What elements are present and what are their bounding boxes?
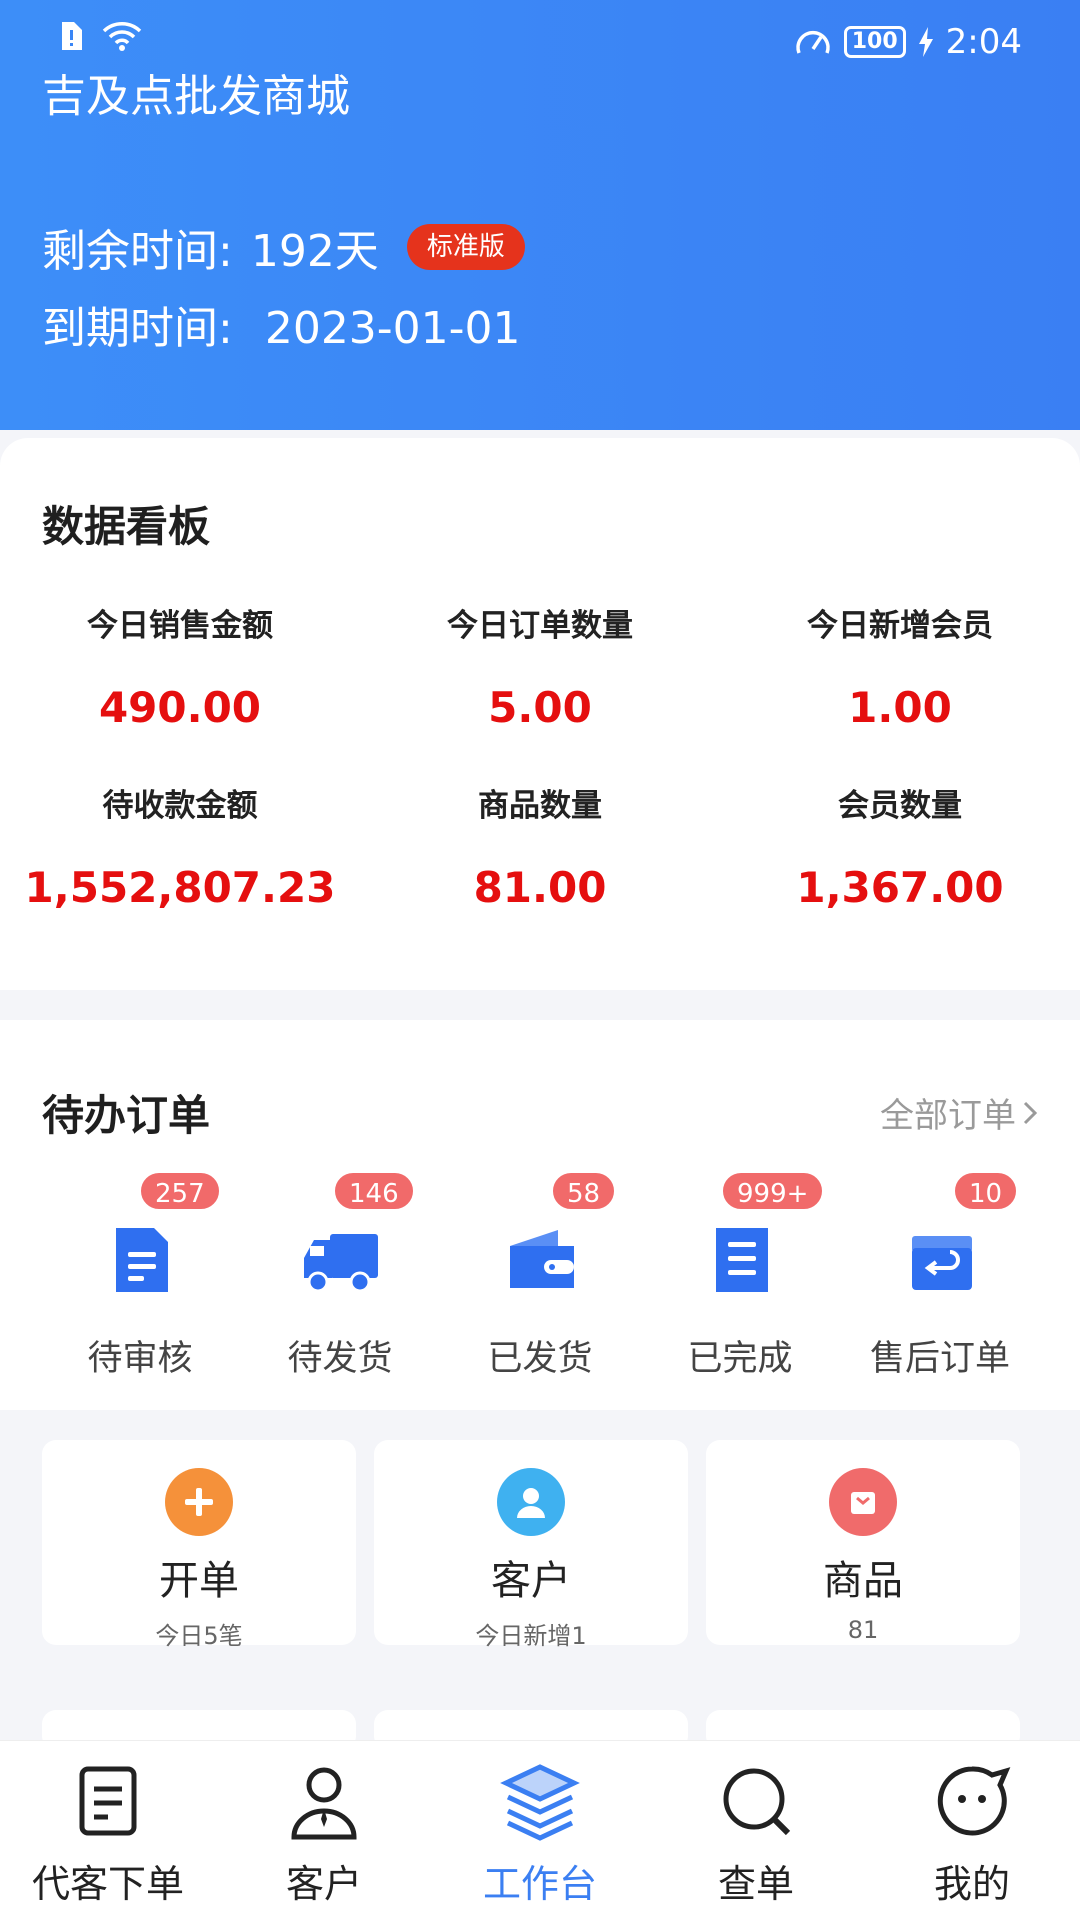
stat-value: 5.00 bbox=[488, 683, 592, 732]
remaining-time-row: 剩余时间: 192天 标准版 bbox=[42, 215, 525, 279]
shortcut-name: 客户 bbox=[491, 1558, 571, 1604]
all-orders-label: 全部订单 bbox=[880, 1096, 1016, 1136]
chevron-right-icon bbox=[1023, 1101, 1038, 1124]
chat-face-icon bbox=[937, 1766, 1011, 1836]
layers-icon bbox=[500, 1764, 580, 1841]
stat-value: 1,552,807.23 bbox=[24, 863, 336, 912]
stat-member-count[interactable]: 会员数量 1,367.00 bbox=[720, 780, 1080, 912]
stat-value: 1,367.00 bbox=[796, 863, 1004, 912]
stat-product-count[interactable]: 商品数量 81.00 bbox=[360, 780, 720, 912]
shortcut-sub: 今日新增1 bbox=[475, 1622, 587, 1650]
order-status-label: 待审核 bbox=[87, 1339, 193, 1379]
order-status-shipped[interactable]: 58 已发货 bbox=[440, 1170, 640, 1380]
tab-workbench[interactable]: 工作台 bbox=[432, 1741, 648, 1920]
stat-label: 会员数量 bbox=[838, 788, 962, 824]
stat-label: 今日销售金额 bbox=[87, 608, 273, 644]
stat-label: 今日订单数量 bbox=[447, 608, 633, 644]
edition-badge: 标准版 bbox=[406, 224, 525, 270]
customer-icon bbox=[291, 1767, 357, 1840]
shortcut-sub: 81 bbox=[847, 1616, 879, 1644]
pending-orders: 待办订单 全部订单 257 待审核 146 待发货 58 已发货 999+ 已完… bbox=[0, 1020, 1080, 1410]
expire-time-label: 到期时间: bbox=[42, 303, 233, 354]
truck-icon bbox=[304, 1234, 378, 1293]
order-status-after-sales[interactable]: 10 售后订单 bbox=[840, 1170, 1040, 1380]
order-doc-icon bbox=[79, 1766, 137, 1836]
stat-value: 1.00 bbox=[848, 683, 952, 732]
speed-gauge-icon bbox=[795, 30, 830, 54]
remaining-time-label: 剩余时间: bbox=[42, 226, 233, 277]
shortcut-new-order[interactable]: 开单 今日5笔 bbox=[42, 1440, 356, 1650]
clock: 2:04 bbox=[945, 22, 1022, 62]
pending-orders-title: 待办订单 bbox=[42, 1091, 211, 1140]
data-board: 数据看板 今日销售金额 490.00 今日订单数量 5.00 今日新增会员 1.… bbox=[0, 438, 1080, 990]
shortcut-name: 开单 bbox=[159, 1558, 239, 1604]
stat-value: 490.00 bbox=[98, 683, 262, 732]
stat-receivable[interactable]: 待收款金额 1,552,807.23 bbox=[0, 780, 360, 912]
wifi-icon bbox=[102, 22, 142, 51]
battery-indicator: 100 bbox=[843, 26, 906, 58]
status-right: 100 2:04 bbox=[794, 22, 1022, 62]
status-left bbox=[58, 20, 142, 52]
tab-label: 代客下单 bbox=[31, 1862, 184, 1906]
bottom-tab-bar: 代客下单 客户 工作台 查单 我的 bbox=[0, 1740, 1080, 1920]
document-icon bbox=[116, 1228, 168, 1292]
charging-icon bbox=[918, 27, 933, 57]
app-title: 吉及点批发商城 bbox=[42, 71, 350, 122]
bag-icon bbox=[829, 1468, 897, 1536]
tab-label: 客户 bbox=[285, 1862, 362, 1906]
count-badge: 58 bbox=[550, 1170, 618, 1212]
stat-label: 今日新增会员 bbox=[807, 608, 993, 644]
tab-label: 我的 bbox=[933, 1862, 1010, 1906]
wallet-icon bbox=[510, 1230, 574, 1288]
data-board-title: 数据看板 bbox=[42, 502, 211, 551]
search-icon bbox=[723, 1768, 791, 1836]
stat-today-orders[interactable]: 今日订单数量 5.00 bbox=[360, 600, 720, 732]
tab-order-for-customer[interactable]: 代客下单 bbox=[0, 1741, 216, 1920]
shortcut-name: 商品 bbox=[823, 1558, 903, 1604]
tab-label: 查单 bbox=[717, 1862, 794, 1906]
expire-time-value: 2023-01-01 bbox=[264, 303, 521, 354]
tab-label: 工作台 bbox=[482, 1862, 597, 1906]
all-orders-link[interactable]: 全部订单 bbox=[880, 1088, 1038, 1137]
stat-today-sales[interactable]: 今日销售金额 490.00 bbox=[0, 600, 360, 732]
tab-search-orders[interactable]: 查单 bbox=[648, 1741, 864, 1920]
shortcut-products[interactable]: 商品 81 bbox=[706, 1440, 1020, 1645]
order-status-label: 已发货 bbox=[487, 1339, 593, 1379]
tab-customers[interactable]: 客户 bbox=[216, 1741, 432, 1920]
list-icon bbox=[716, 1228, 768, 1292]
order-status-completed[interactable]: 999+ 已完成 bbox=[640, 1170, 840, 1380]
person-icon bbox=[497, 1468, 565, 1536]
stat-label: 待收款金额 bbox=[102, 788, 258, 824]
shortcut-sub: 今日5笔 bbox=[155, 1622, 243, 1650]
stat-value: 81.00 bbox=[473, 863, 607, 912]
return-box-icon bbox=[912, 1236, 972, 1290]
expire-time-row: 到期时间: 2023-01-01 bbox=[42, 292, 521, 356]
order-status-label: 售后订单 bbox=[869, 1339, 1010, 1379]
stat-today-new-members[interactable]: 今日新增会员 1.00 bbox=[720, 600, 1080, 732]
sim-card-icon bbox=[62, 22, 82, 50]
shortcut-customers[interactable]: 客户 今日新增1 bbox=[374, 1440, 688, 1650]
plus-icon bbox=[165, 1468, 233, 1536]
order-status-pending-review[interactable]: 257 待审核 bbox=[40, 1170, 240, 1380]
order-status-label: 待发货 bbox=[287, 1339, 393, 1379]
count-badge: 257 bbox=[138, 1170, 222, 1212]
order-status-label: 已完成 bbox=[687, 1339, 793, 1379]
order-status-to-ship[interactable]: 146 待发货 bbox=[240, 1170, 440, 1380]
count-badge: 999+ bbox=[720, 1170, 826, 1212]
remaining-time-value: 192天 bbox=[250, 226, 379, 277]
header: 100 2:04 吉及点批发商城 剩余时间: 192天 标准版 到期时间: 20… bbox=[0, 0, 1080, 430]
count-badge: 146 bbox=[332, 1170, 416, 1212]
stat-label: 商品数量 bbox=[478, 788, 602, 824]
tab-mine[interactable]: 我的 bbox=[864, 1741, 1080, 1920]
count-badge: 10 bbox=[952, 1170, 1020, 1212]
